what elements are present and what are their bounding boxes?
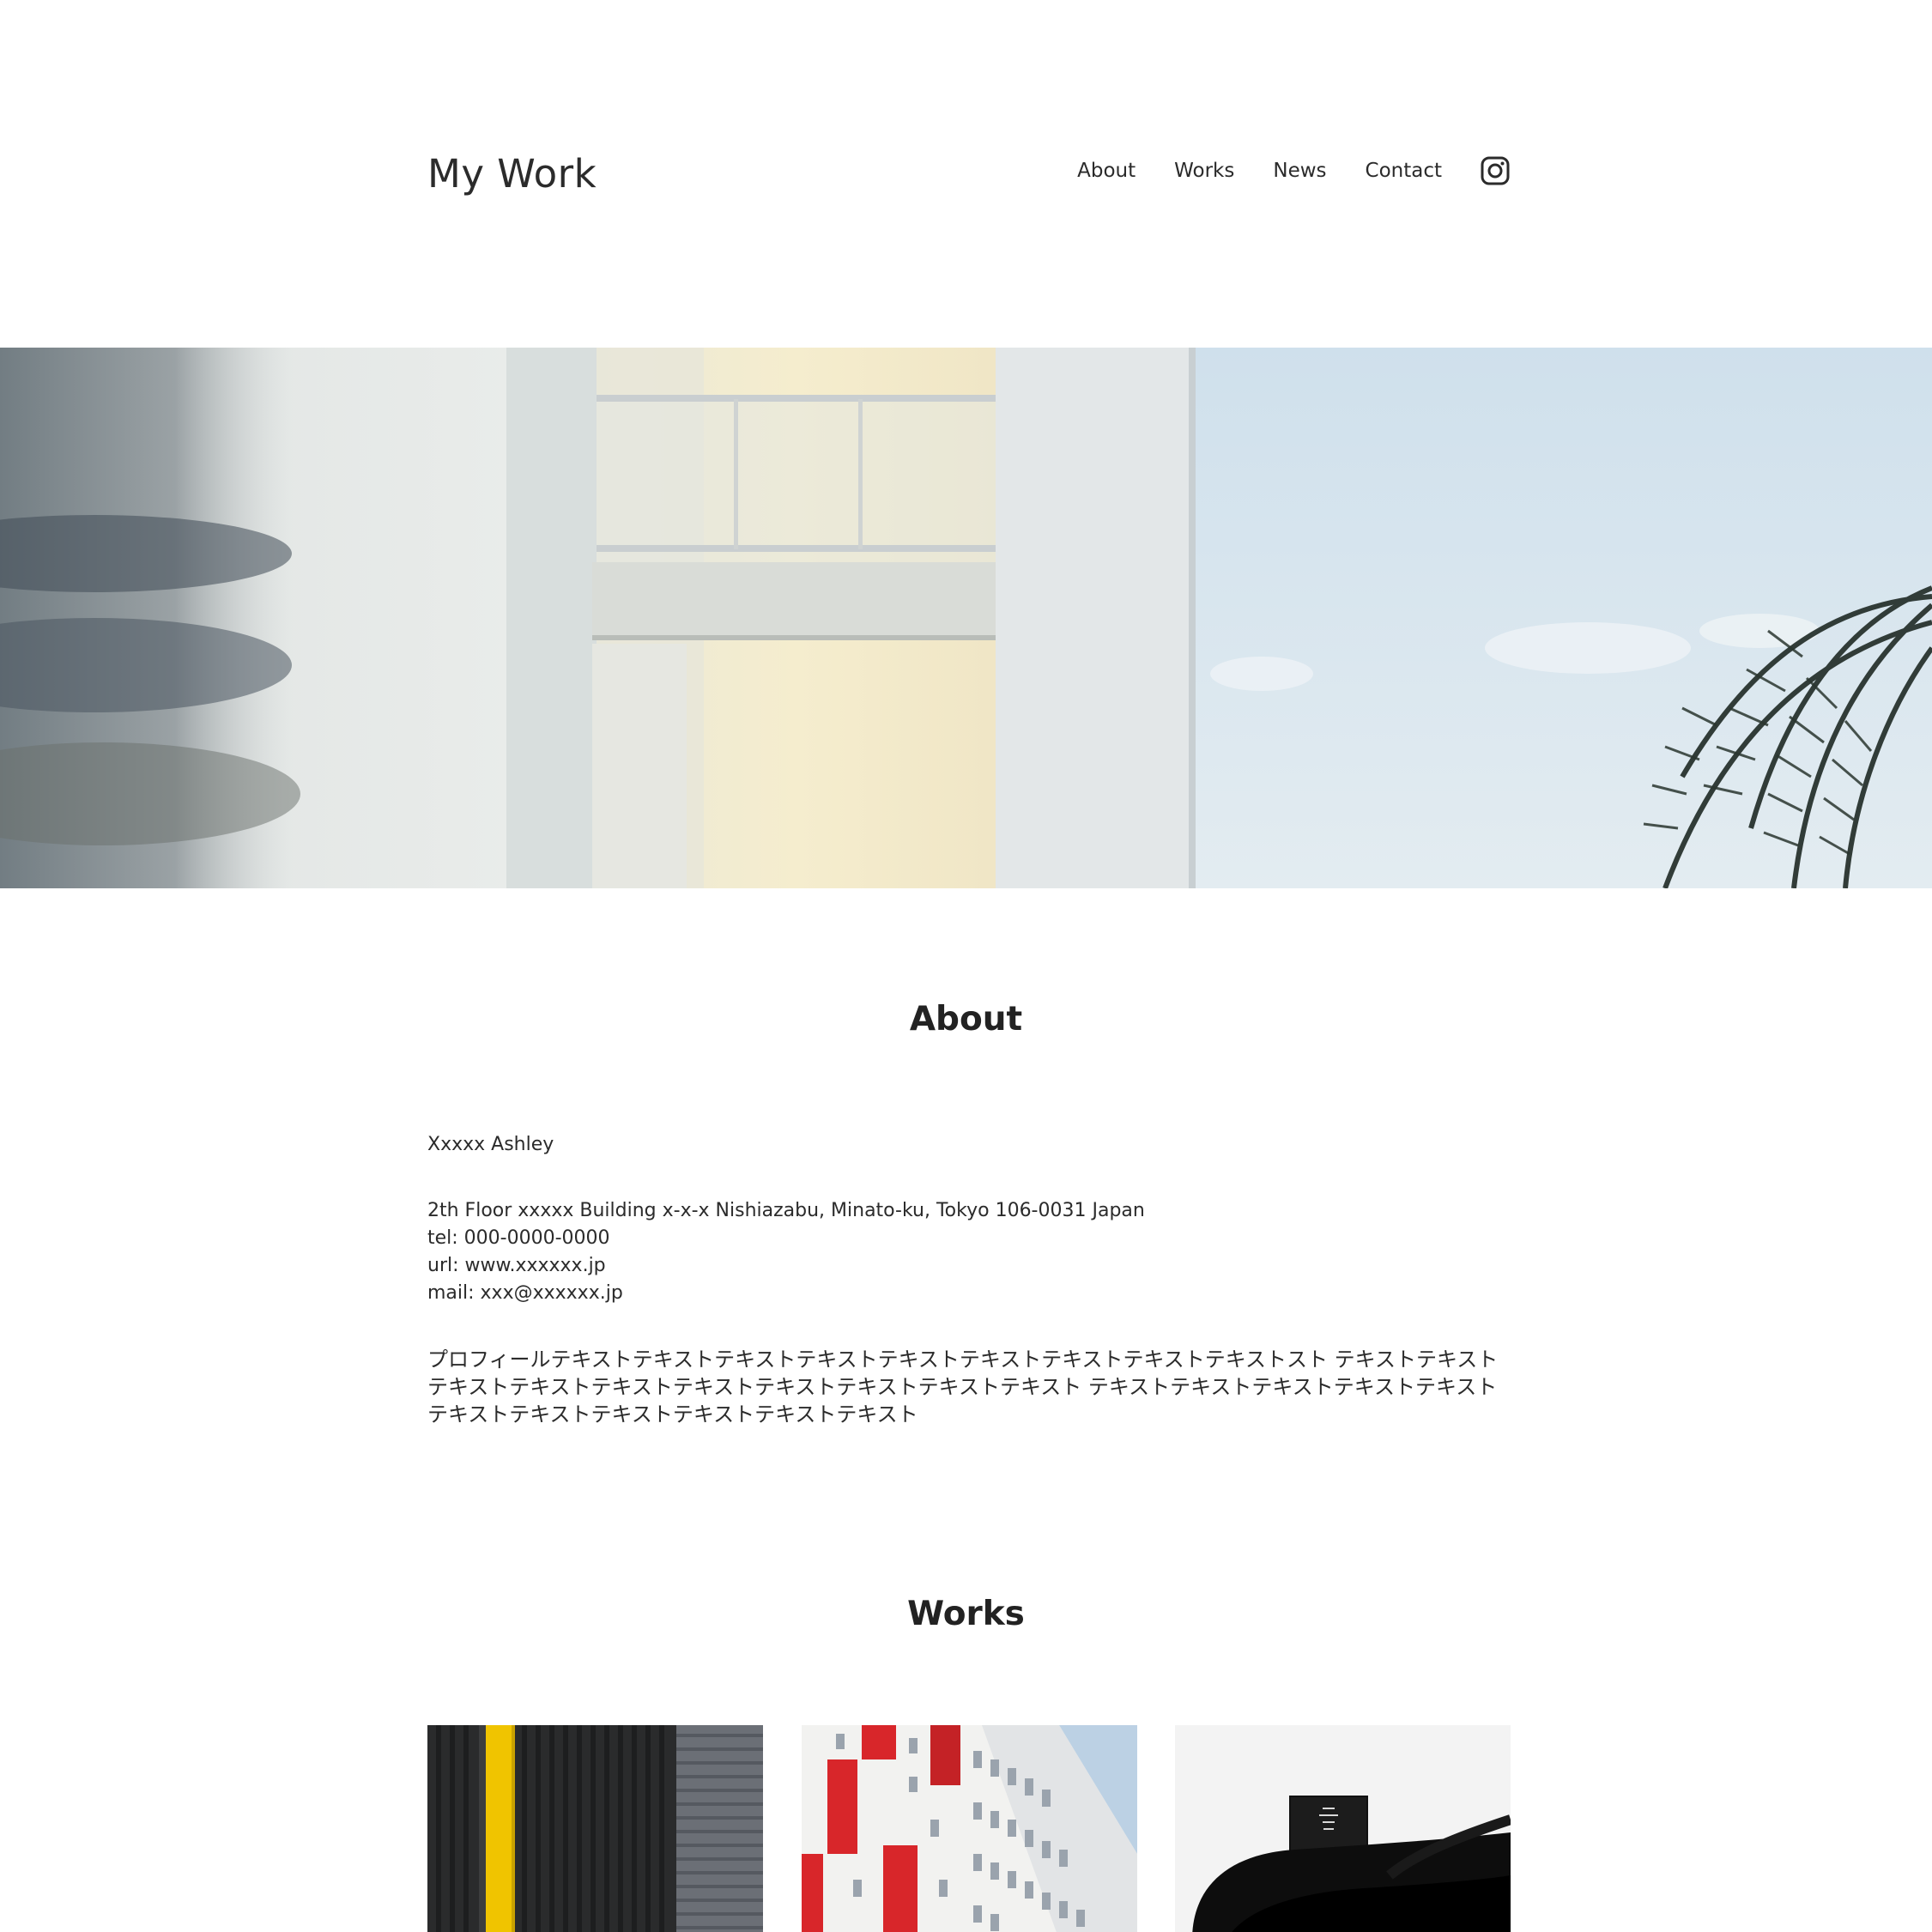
works-heading: Works <box>907 1595 1025 1633</box>
work-image-3 <box>1175 1725 1511 1932</box>
nav-link-about[interactable]: About <box>1077 160 1136 182</box>
about-url: url: www.xxxxxx.jp <box>427 1255 606 1276</box>
work-image-1 <box>427 1725 763 1932</box>
site-header: My Work About Works News Contact <box>427 146 1510 206</box>
site-logo[interactable]: My Work <box>427 151 597 197</box>
work-item-1[interactable] <box>427 1725 763 1932</box>
nav-link-works[interactable]: Works <box>1174 160 1234 182</box>
work-item-3[interactable] <box>1175 1725 1511 1932</box>
about-content: Xxxxx Ashley 2th Floor xxxxx Building x-… <box>427 1131 1511 1428</box>
nav-link-contact[interactable]: Contact <box>1366 160 1442 182</box>
about-address: 2th Floor xxxxx Building x-x-x Nishiazab… <box>427 1200 1145 1221</box>
about-tel: tel: 000-0000-0000 <box>427 1227 610 1249</box>
hero-image <box>0 348 1932 888</box>
about-contact: 2th Floor xxxxx Building x-x-x Nishiazab… <box>427 1197 1511 1307</box>
page: My Work About Works News Contact About X… <box>0 0 1932 1932</box>
about-profile: プロフィールテキストテキストテキストテキストテキストテキストテキストテキストテキ… <box>427 1348 1499 1426</box>
nav-link-news[interactable]: News <box>1273 160 1326 182</box>
about-mail: mail: xxx@xxxxxx.jp <box>427 1282 623 1304</box>
work-image-2 <box>801 1725 1137 1932</box>
about-heading: About <box>909 1000 1023 1039</box>
instagram-icon[interactable] <box>1481 156 1510 185</box>
work-item-2[interactable] <box>801 1725 1137 1932</box>
works-grid <box>427 1725 1511 1932</box>
main-nav: About Works News Contact <box>1077 151 1510 191</box>
about-name: Xxxxx Ashley <box>427 1134 554 1155</box>
